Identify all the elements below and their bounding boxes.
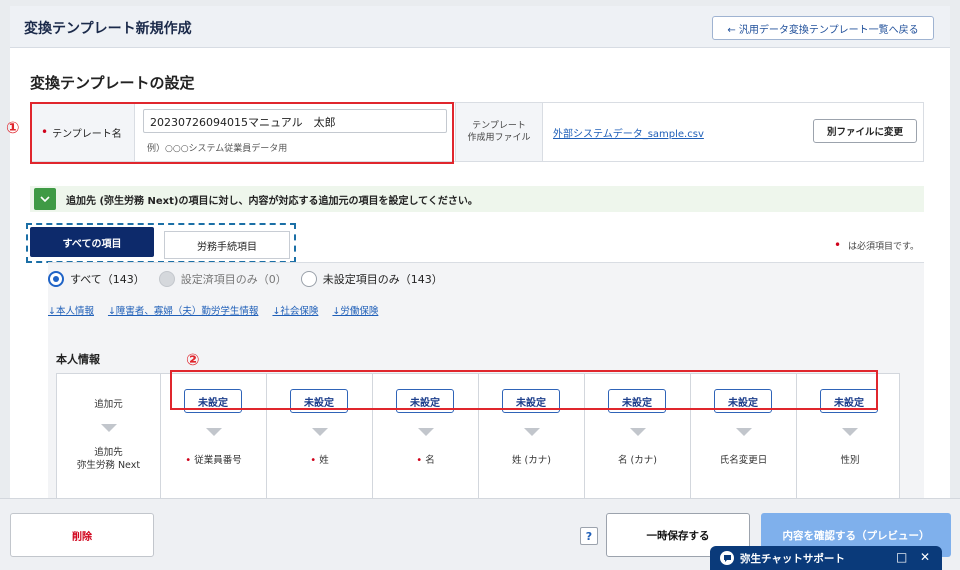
anchor-link-personal[interactable]: ↓本人情報 — [48, 303, 94, 317]
filter-unconfigured-label: 未設定項目のみ（143） — [322, 273, 443, 286]
template-file-link[interactable]: 外部システムデータ_sample.csv — [553, 125, 704, 140]
settings-section-title: 変換テンプレートの設定 — [30, 74, 195, 92]
chat-support-bar[interactable]: 弥生チャットサポート □ ✕ — [710, 546, 942, 570]
anchor-link-labor-insurance[interactable]: ↓労働保険 — [332, 303, 378, 317]
info-bar: 追加先 (弥生労務 Next)の項目に対し、内容が対応する追加元の項目を設定して… — [30, 186, 924, 212]
template-file-label-cell: テンプレート 作成用ファイル — [455, 103, 543, 161]
radio-unselected-icon — [300, 271, 317, 287]
anchor-link-disability[interactable]: ↓障害者、寡婦（夫）勤労学生情報 — [108, 303, 258, 317]
field-label: • 名 — [373, 452, 478, 466]
field-name: 名 — [425, 455, 435, 466]
required-note: • は必須項目です。 — [834, 238, 919, 252]
radio-selected-icon — [48, 271, 64, 287]
radio-disabled-icon — [158, 271, 175, 287]
anchor-link-social-insurance[interactable]: ↓社会保険 — [272, 303, 318, 317]
field-label: 氏名変更日 — [719, 455, 768, 466]
arrow-down-icon — [736, 428, 752, 436]
main-card: 変換テンプレート新規作成 ← 汎用データ変換テンプレート一覧へ戻る 変換テンプレ… — [10, 6, 950, 570]
arrow-down-icon — [842, 428, 858, 436]
destination-label: 追加先 弥生労務 Next — [57, 446, 160, 473]
page-header: 変換テンプレート新規作成 ← 汎用データ変換テンプレート一覧へ戻る — [10, 6, 950, 48]
required-mark: • — [310, 455, 317, 466]
filter-configured-label: 設定済項目のみ（0） — [180, 273, 287, 286]
destination-label-line1: 追加先 — [94, 447, 123, 458]
page-title: 変換テンプレート新規作成 — [24, 21, 192, 37]
required-note-text: は必須項目です。 — [847, 242, 920, 252]
arrow-down-icon — [418, 428, 434, 436]
info-text: 追加先 (弥生労務 Next)の項目に対し、内容が対応する追加元の項目を設定して… — [66, 195, 478, 207]
chevron-down-icon — [34, 188, 56, 210]
required-mark: • — [416, 455, 423, 466]
field-name: 従業員番号 — [194, 455, 242, 466]
filter-all-radio[interactable]: すべて（143） — [48, 271, 145, 287]
delete-button[interactable]: 削除 — [10, 513, 154, 557]
filter-radio-group: すべて（143） 設定済項目のみ（0） 未設定項目のみ（143） — [48, 271, 457, 287]
minimize-icon[interactable]: □ — [896, 550, 907, 564]
file-label-line1: テンプレート — [472, 120, 526, 131]
annotation-box-1 — [30, 102, 454, 164]
field-label: • 姓 — [267, 452, 372, 466]
chat-bubble-icon — [720, 551, 734, 565]
chat-support-title: 弥生チャットサポート — [740, 552, 845, 565]
close-icon[interactable]: ✕ — [920, 550, 930, 564]
annotation-badge-2: ② — [186, 350, 200, 369]
arrow-down-icon — [630, 428, 646, 436]
filter-all-label: すべて（143） — [70, 273, 145, 286]
field-label: • 従業員番号 — [161, 452, 266, 466]
required-mark: • — [834, 238, 842, 252]
arrow-down-icon — [206, 428, 222, 436]
annotation-box-2 — [170, 370, 878, 410]
anchor-links: ↓本人情報 ↓障害者、寡婦（夫）勤労学生情報 ↓社会保険 ↓労働保険 — [48, 303, 378, 317]
field-label: 姓 (カナ) — [512, 455, 551, 466]
field-label: 性別 — [840, 455, 860, 466]
group-title: 本人情報 — [56, 353, 100, 366]
filter-unconfigured-radio[interactable]: 未設定項目のみ（143） — [300, 271, 443, 287]
arrow-down-icon — [101, 424, 117, 432]
field-name: 姓 — [319, 455, 329, 466]
annotation-badge-1: ① — [6, 118, 20, 137]
required-mark: • — [185, 455, 192, 466]
field-label: 名 (カナ) — [618, 455, 657, 466]
file-label-line2: 作成用ファイル — [467, 133, 531, 143]
arrow-down-icon — [524, 428, 540, 436]
back-to-list-button[interactable]: ← 汎用データ変換テンプレート一覧へ戻る — [712, 16, 934, 40]
annotation-dashed-box — [26, 223, 296, 263]
destination-label-line2: 弥生労務 Next — [76, 460, 141, 472]
change-file-button[interactable]: 別ファイルに変更 — [813, 119, 917, 143]
filter-configured-radio[interactable]: 設定済項目のみ（0） — [158, 271, 287, 287]
source-label: 追加元 — [94, 399, 123, 410]
arrow-down-icon — [312, 428, 328, 436]
help-icon[interactable]: ? — [580, 527, 598, 545]
mapping-row-header: 追加元 追加先 弥生労務 Next — [57, 374, 161, 500]
